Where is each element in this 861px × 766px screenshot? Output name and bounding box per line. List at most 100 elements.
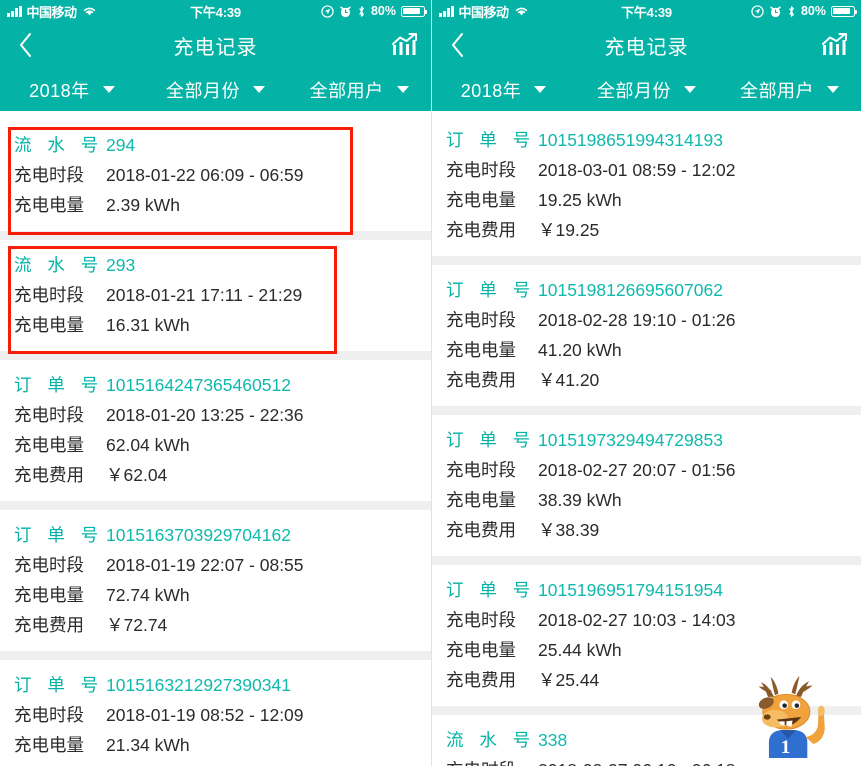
record-period-value: 2018-03-01 08:59 - 12:02 — [538, 160, 736, 180]
record-period-label: 充电时段 — [446, 160, 516, 180]
record-energy-row: 充电电量 62.04 kWh — [0, 430, 431, 460]
record-period-row: 充电时段 2018-01-19 08:52 - 12:09 — [0, 700, 431, 730]
list-separator — [0, 501, 431, 510]
record-period-row: 充电时段 2018-02-27 06:16 - 06:18 — [432, 755, 861, 766]
record-period-row: 充电时段 2018-01-20 13:25 - 22:36 — [0, 400, 431, 430]
record-period-label: 充电时段 — [14, 285, 84, 305]
record-energy-row: 充电电量 41.20 kWh — [432, 335, 861, 365]
chevron-down-icon — [102, 86, 115, 93]
record-fee-label: 充电费用 — [14, 465, 84, 485]
record-energy-row: 充电电量 2.39 kWh — [0, 190, 431, 220]
record-period-value: 2018-02-27 20:07 - 01:56 — [538, 460, 736, 480]
record-id-value: 1015197329494729853 — [538, 430, 723, 450]
record-energy-row: 充电电量 19.25 kWh — [432, 185, 861, 215]
record-period-value: 2018-02-27 06:16 - 06:18 — [538, 759, 736, 766]
battery-percent-label: 80% — [800, 4, 826, 18]
record-id-value: 1015198126695607062 — [538, 280, 723, 300]
record-id-row: 订 单 号 1015196951794151954 — [432, 575, 861, 605]
right-phone-screen: 中国移动 下午4:39 80% 充电记录 2018年 全部月份 全部用户 订 单… — [431, 0, 861, 766]
battery-percent-label: 80% — [370, 4, 396, 18]
record-energy-label: 充电电量 — [14, 315, 84, 335]
list-separator — [432, 256, 861, 265]
user-filter[interactable]: 全部用户 — [287, 68, 431, 111]
wifi-icon — [515, 7, 527, 16]
back-button[interactable] — [432, 22, 484, 68]
list-separator — [0, 651, 431, 660]
record-id-label: 订 单 号 — [14, 525, 104, 545]
record-period-row: 充电时段 2018-02-27 20:07 - 01:56 — [432, 455, 861, 485]
record-fee-row: 充电费用 ￥62.04 — [0, 460, 431, 490]
user-filter-label: 全部用户 — [740, 80, 814, 101]
user-filter-label: 全部用户 — [309, 80, 384, 101]
month-filter[interactable]: 全部月份 — [575, 68, 718, 111]
status-bar-right-group: 80% — [751, 4, 858, 18]
month-filter[interactable]: 全部月份 — [144, 68, 288, 111]
dual-screenshot-container: 中国移动 下午4:39 80% 充电记录 2018年 全部月份 全部用户 流 水… — [0, 0, 861, 766]
record-energy-row: 充电电量 16.31 kWh — [0, 310, 431, 340]
record-card[interactable]: 订 单 号 1015163703929704162 充电时段 2018-01-1… — [0, 510, 431, 651]
record-fee-value: ￥72.74 — [106, 615, 168, 635]
record-period-row: 充电时段 2018-01-19 22:07 - 08:55 — [0, 550, 431, 580]
record-energy-label: 充电电量 — [14, 435, 84, 455]
record-energy-value: 19.25 kWh — [538, 190, 622, 210]
location-icon — [321, 4, 334, 18]
statistics-button[interactable] — [379, 22, 431, 68]
record-period-row: 充电时段 2018-02-27 10:03 - 14:03 — [432, 605, 861, 635]
record-fee-value: ￥38.39 — [538, 520, 600, 540]
list-separator — [432, 706, 861, 715]
record-period-label: 充电时段 — [14, 705, 84, 725]
list-separator — [432, 406, 861, 415]
record-energy-label: 充电电量 — [446, 340, 516, 360]
record-period-value: 2018-01-21 17:11 - 21:29 — [106, 285, 303, 305]
record-id-row: 订 单 号 1015164247365460512 — [0, 370, 431, 400]
record-id-label: 订 单 号 — [14, 375, 104, 395]
record-card[interactable]: 流 水 号 338 充电时段 2018-02-27 06:16 - 06:18 … — [432, 715, 861, 766]
record-fee-label: 充电费用 — [14, 615, 84, 635]
header-gap — [0, 111, 431, 120]
chevron-down-icon — [827, 86, 839, 93]
list-separator — [432, 556, 861, 565]
record-id-label: 流 水 号 — [14, 255, 104, 275]
user-filter[interactable]: 全部用户 — [718, 68, 861, 111]
record-id-label: 订 单 号 — [446, 130, 536, 150]
record-card[interactable]: 订 单 号 1015196951794151954 充电时段 2018-02-2… — [432, 565, 861, 706]
record-id-value: 338 — [538, 730, 568, 750]
location-icon — [751, 4, 764, 18]
record-id-row: 订 单 号 1015198651994314193 — [432, 125, 861, 155]
carrier-label: 中国移动 — [26, 4, 78, 20]
year-filter-label: 2018年 — [460, 80, 522, 101]
alarm-icon — [340, 6, 351, 17]
record-energy-label: 充电电量 — [14, 585, 84, 605]
bluetooth-icon — [789, 5, 794, 17]
record-id-row: 流 水 号 294 — [0, 130, 431, 160]
record-energy-label: 充电电量 — [14, 195, 84, 215]
charging-record-list-right[interactable]: 订 单 号 1015198651994314193 充电时段 2018-03-0… — [432, 115, 861, 766]
record-energy-row: 充电电量 72.74 kWh — [0, 580, 431, 610]
record-energy-value: 38.39 kWh — [538, 490, 622, 510]
record-period-row: 充电时段 2018-01-21 17:11 - 21:29 — [0, 280, 431, 310]
year-filter[interactable]: 2018年 — [432, 68, 575, 111]
record-card[interactable]: 流 水 号 294 充电时段 2018-01-22 06:09 - 06:59 … — [0, 120, 431, 231]
charging-record-list-left[interactable]: 流 水 号 294 充电时段 2018-01-22 06:09 - 06:59 … — [0, 120, 431, 766]
record-id-row: 订 单 号 1015198126695607062 — [432, 275, 861, 305]
record-card[interactable]: 订 单 号 1015198126695607062 充电时段 2018-02-2… — [432, 265, 861, 406]
year-filter[interactable]: 2018年 — [0, 68, 144, 111]
record-card[interactable]: 订 单 号 1015164247365460512 充电时段 2018-01-2… — [0, 360, 431, 501]
record-card[interactable]: 订 单 号 1015197329494729853 充电时段 2018-02-2… — [432, 415, 861, 556]
page-title: 充电记录 — [604, 36, 689, 59]
record-fee-value: ￥62.04 — [106, 465, 168, 485]
status-bar-right-group: 80% — [321, 4, 428, 18]
signal-bars-icon — [7, 5, 22, 17]
record-card[interactable]: 订 单 号 1015163212927390341 充电时段 2018-01-1… — [0, 660, 431, 766]
record-fee-row: 充电费用 ￥21.34 — [0, 760, 431, 766]
record-energy-label: 充电电量 — [446, 190, 516, 210]
record-card[interactable]: 流 水 号 293 充电时段 2018-01-21 17:11 - 21:29 … — [0, 240, 431, 351]
record-period-label: 充电时段 — [14, 405, 84, 425]
alarm-icon — [770, 6, 781, 17]
record-card[interactable]: 订 单 号 1015198651994314193 充电时段 2018-03-0… — [432, 115, 861, 256]
chevron-down-icon — [534, 86, 547, 93]
statistics-button[interactable] — [809, 22, 861, 68]
chevron-left-icon — [20, 33, 31, 57]
record-energy-label: 充电电量 — [446, 640, 516, 660]
back-button[interactable] — [0, 22, 52, 68]
